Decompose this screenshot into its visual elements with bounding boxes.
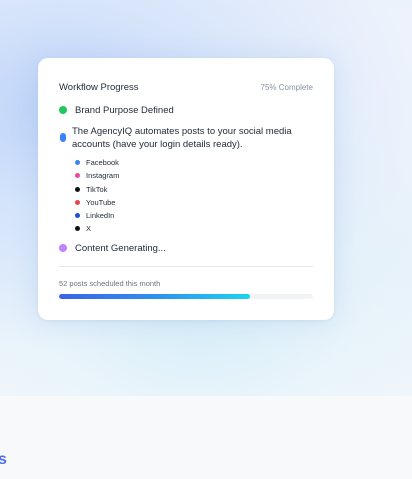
progress-bar-fill: [59, 294, 250, 299]
step-brand-purpose: Brand Purpose Defined: [59, 104, 319, 118]
platform-label: YouTube: [86, 197, 116, 207]
card-header: Workflow Progress 75% Complete: [59, 81, 313, 95]
x-dot-icon: [75, 226, 80, 232]
completion-status: 75% Complete: [260, 83, 313, 92]
section-background: [0, 396, 412, 479]
divider: [59, 266, 313, 267]
linkedin-dot-icon: [75, 213, 80, 219]
status-dot-complete: [59, 106, 67, 114]
partial-heading-text: s: [0, 451, 7, 468]
workflow-progress-card: Workflow Progress 75% Complete Brand Pur…: [38, 58, 334, 320]
platform-list: Facebook Instagram TikTok YouTube Linked…: [75, 156, 275, 236]
step-content-generating: Content Generating...: [59, 242, 319, 256]
platform-label: Facebook: [86, 158, 119, 167]
status-dot-active: [60, 133, 66, 142]
platform-label: LinkedIn: [86, 211, 115, 221]
tiktok-dot-icon: [75, 186, 80, 192]
platform-item-instagram: Instagram: [75, 169, 275, 182]
platform-item-facebook: Facebook: [75, 156, 275, 169]
instagram-dot-icon: [75, 173, 80, 179]
youtube-dot-icon: [75, 199, 80, 205]
card-title: Workflow Progress: [59, 82, 139, 93]
platform-label: Instagram: [86, 171, 120, 181]
step-label: Content Generating...: [75, 243, 166, 254]
platform-label: X: [86, 224, 92, 234]
status-dot-pending: [59, 244, 67, 252]
platform-item-x: X: [75, 222, 275, 235]
step-automation: The AgencyIQ automates posts to your soc…: [59, 125, 319, 151]
platform-item-linkedin: LinkedIn: [75, 209, 275, 222]
platform-item-tiktok: TikTok: [75, 183, 275, 196]
step-label: Brand Purpose Defined: [75, 105, 174, 116]
platform-item-youtube: YouTube: [75, 196, 275, 209]
platform-label: TikTok: [86, 184, 108, 194]
facebook-dot-icon: [75, 160, 80, 165]
progress-bar: [59, 294, 313, 299]
scheduled-posts-text: 52 posts scheduled this month: [59, 279, 161, 288]
step-label: The AgencyIQ automates posts to your soc…: [72, 126, 292, 150]
